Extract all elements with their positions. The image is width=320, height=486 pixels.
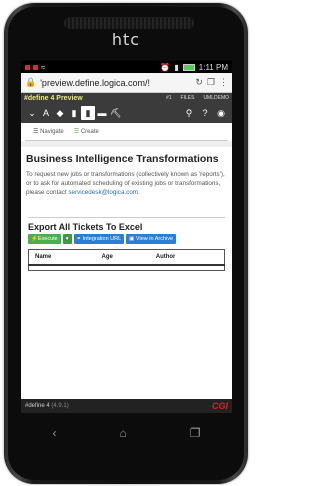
column-header-age[interactable]: Age [95,249,150,266]
address-bar[interactable]: 🔒 'preview.define.logica.com/! ↻ ❐ ⋮ [21,73,232,93]
status-time: 1:11 [198,62,214,72]
tag-icon[interactable]: ◆ [53,108,67,119]
tickets-table: Name Age Author [28,249,225,271]
app-title: #define 4 Preview [24,95,83,102]
status-bar: ≈ ⏰ ▮ 1:11 PM [21,61,232,73]
caret-down-icon: ▾ [65,236,69,242]
battery-icon [182,63,195,71]
execute-button[interactable]: ⚡Execute [28,234,61,244]
tab-navigate[interactable]: ☰ Navigate [33,128,64,135]
view-archive-button[interactable]: ▣ View in Archive [126,234,177,244]
list-icon: ☰ [33,129,39,135]
tab-create[interactable]: ☰ Create [74,128,99,135]
footer: #define 4 (4.9.1) CGI [21,399,232,413]
export-panel: Export All Tickets To Excel ⚡Execute ▾ ⚭… [28,217,225,271]
lock-icon: 🔒 [25,77,37,87]
chevron-down-icon[interactable]: ⌄ [25,108,39,119]
execute-dropdown-button[interactable]: ▾ [62,234,72,244]
description-end: . [138,189,140,196]
menu-icon[interactable]: ⋮ [219,77,228,88]
main-content: Business Intelligence Transformations To… [21,147,232,271]
integration-url-button[interactable]: ⚭ Integration URL [73,234,125,244]
tab-label: Create [80,129,99,135]
alarm-icon: ⏰ [160,62,171,72]
table-row [29,265,225,271]
list-icon: ☰ [73,129,80,135]
header-link[interactable]: FILES [181,95,195,101]
app-header: #define 4 Preview #1 FILES UMLDEMO ⌄ A ◆… [21,93,232,123]
header-link[interactable]: #1 [166,95,172,101]
column-header-author[interactable]: Author [149,249,225,266]
footer-version: #define 4 (4.9.1) [25,403,69,409]
footer-app-name: #define 4 [25,403,50,409]
reload-icon[interactable]: ↻ [195,77,203,88]
notification-icon [33,64,38,70]
tabs-icon[interactable]: ❐ [207,77,215,88]
column-header-name[interactable]: Name [28,249,96,266]
font-icon[interactable]: A [39,108,53,118]
notification-icon [25,64,30,70]
soft-keys: ‹ ⌂ ❐ [21,418,232,448]
export-title: Export All Tickets To Excel [28,222,143,232]
wifi-icon: ≈ [41,62,46,72]
tab-bar: ☰ Navigate ☰ Create [25,123,228,141]
button-group: ⚡Execute ▾ ⚭ Integration URL ▣ View in A… [28,234,225,244]
integration-label: Integration URL [82,236,122,242]
camera-icon[interactable]: ◉ [214,108,228,119]
page-description: To request new jobs or transformations (… [26,170,227,197]
execute-label: Execute [37,236,58,242]
comment-icon[interactable]: ▬ [95,108,109,118]
toolbar: ⌄ A ◆ ▮ ▮ ▬ ⛏ ⚲ ? ◉ [25,106,228,120]
document-icon[interactable]: ▮ [81,106,95,120]
screen: ≈ ⏰ ▮ 1:11 PM 🔒 'preview.define.logica.c… [21,61,232,413]
archive-label: View in Archive [135,236,174,242]
recent-apps-icon[interactable]: ❐ [190,426,201,440]
header-links: #1 FILES UMLDEMO [166,95,229,101]
tab-label: Navigate [40,129,64,135]
header-link[interactable]: UMLDEMO [203,95,229,101]
search-icon[interactable]: ⚲ [182,108,196,119]
link-icon: ⚭ [76,236,82,242]
version-number: (4.9.1) [51,403,69,409]
page-title: Business Intelligence Transformations [26,153,219,165]
cgi-logo: CGI [211,401,228,411]
file-icon[interactable]: ▮ [67,108,81,119]
brand-logo: htc [111,30,141,49]
back-icon[interactable]: ‹ [52,426,56,440]
home-icon[interactable]: ⌂ [119,426,126,440]
email-link[interactable]: servicedesk@logica.com [68,189,138,196]
lightning-icon: ⚡ [31,236,38,242]
wrench-icon[interactable]: ⛏ [109,108,123,119]
help-icon[interactable]: ? [198,108,212,119]
archive-icon: ▣ [129,236,135,242]
speaker-grille [64,17,194,29]
url-text[interactable]: 'preview.define.logica.com/! [40,78,191,88]
signal-icon: ▮ [174,62,179,72]
status-ampm: PM [216,62,228,72]
